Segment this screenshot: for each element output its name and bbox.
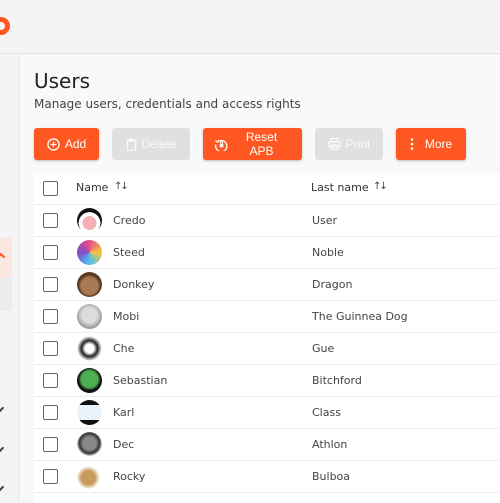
- trash-icon: [126, 137, 137, 151]
- last-name-cell: Noble: [312, 246, 344, 259]
- row-checkbox[interactable]: [43, 245, 58, 260]
- table-row[interactable]: Dec Athlon: [34, 429, 500, 461]
- green-heart-avatar: [77, 368, 102, 393]
- more-button[interactable]: More: [396, 128, 466, 160]
- first-name-cell: Donkey: [113, 278, 155, 291]
- last-name-cell: Gue: [312, 342, 335, 355]
- first-name-cell: Sebastian: [113, 374, 168, 387]
- reset-apb-button-label: Reset APB: [245, 130, 278, 158]
- screen-avatar: [77, 400, 102, 425]
- first-name-cell: Steed: [113, 246, 145, 259]
- add-button-label: Add: [64, 137, 87, 151]
- row-checkbox[interactable]: [43, 469, 58, 484]
- chevron-down-icon[interactable]: [0, 443, 5, 453]
- chevron-down-icon[interactable]: [0, 403, 5, 413]
- column-header-last-name[interactable]: Last name: [311, 181, 369, 194]
- reset-lock-icon: [215, 138, 228, 151]
- table-row[interactable]: Karl Class: [34, 397, 500, 429]
- first-name-cell: Che: [113, 342, 135, 355]
- donkey-avatar: [77, 272, 102, 297]
- last-name-cell: Athlon: [312, 438, 348, 451]
- first-name-cell: Credo: [113, 214, 146, 227]
- toolbar: Add Delete Reset APB Print More: [34, 128, 466, 160]
- table-row[interactable]: Steed Noble: [34, 237, 500, 269]
- row-checkbox[interactable]: [43, 277, 58, 292]
- row-checkbox[interactable]: [43, 213, 58, 228]
- table-row[interactable]: Rocky Bulboa: [34, 461, 500, 493]
- more-button-label: More: [424, 137, 453, 151]
- first-name-cell: Rocky: [113, 470, 146, 483]
- sidebar: [0, 55, 19, 500]
- portrait-avatar: [77, 336, 102, 361]
- print-button[interactable]: Print: [315, 128, 383, 160]
- table-row[interactable]: Donkey Dragon: [34, 269, 500, 301]
- delete-button[interactable]: Delete: [112, 128, 190, 160]
- last-name-cell: User: [312, 214, 338, 227]
- printer-icon: [327, 138, 341, 150]
- main-content: Users Manage users, credentials and acce…: [20, 55, 500, 503]
- potato-avatar: [77, 464, 102, 489]
- plus-circle-icon: [47, 137, 60, 151]
- app-logo[interactable]: [0, 17, 10, 35]
- table-row[interactable]: Sebastian Bitchford: [34, 365, 500, 397]
- last-name-cell: Bitchford: [312, 374, 362, 387]
- clown-avatar: [77, 208, 102, 233]
- add-button[interactable]: Add: [34, 128, 99, 160]
- table-header: Name ↑↓ Last name ↑↓: [34, 173, 500, 205]
- sort-icon[interactable]: ↑↓: [114, 181, 129, 192]
- page-subtitle: Manage users, credentials and access rig…: [34, 97, 301, 111]
- table-row[interactable]: Credo User: [34, 205, 500, 237]
- sidebar-item-active[interactable]: [0, 238, 12, 278]
- row-checkbox[interactable]: [43, 405, 58, 420]
- select-all-checkbox[interactable]: [43, 181, 58, 196]
- helmet-avatar: [77, 432, 102, 457]
- row-checkbox[interactable]: [43, 437, 58, 452]
- row-checkbox[interactable]: [43, 373, 58, 388]
- sidebar-subitem[interactable]: [0, 278, 12, 311]
- last-name-cell: The Guinnea Dog: [312, 310, 408, 323]
- row-checkbox[interactable]: [43, 341, 58, 356]
- column-header-name[interactable]: Name: [76, 181, 108, 194]
- reset-apb-button[interactable]: Reset APB: [203, 128, 302, 160]
- print-button-label: Print: [345, 137, 371, 151]
- page-title: Users: [34, 69, 91, 93]
- last-name-cell: Class: [312, 406, 341, 419]
- first-name-cell: Karl: [113, 406, 135, 419]
- more-vertical-icon: [410, 138, 414, 150]
- last-name-cell: Bulboa: [312, 470, 351, 483]
- unicorn-avatar: [77, 240, 102, 265]
- table-row[interactable]: Mobi The Guinnea Dog: [34, 301, 500, 333]
- first-name-cell: Dec: [113, 438, 135, 451]
- users-table: Name ↑↓ Last name ↑↓ Credo User Steed Noble…: [34, 173, 500, 503]
- top-bar: [0, 0, 500, 54]
- table-row[interactable]: Che Gue: [34, 333, 500, 365]
- first-name-cell: Mobi: [113, 310, 140, 323]
- chevron-up-icon: [0, 252, 6, 262]
- delete-button-label: Delete: [141, 137, 177, 151]
- row-checkbox[interactable]: [43, 309, 58, 324]
- dog-avatar: [77, 304, 102, 329]
- last-name-cell: Dragon: [312, 278, 353, 291]
- sort-icon[interactable]: ↑↓: [373, 181, 388, 192]
- chevron-down-icon[interactable]: [0, 482, 5, 492]
